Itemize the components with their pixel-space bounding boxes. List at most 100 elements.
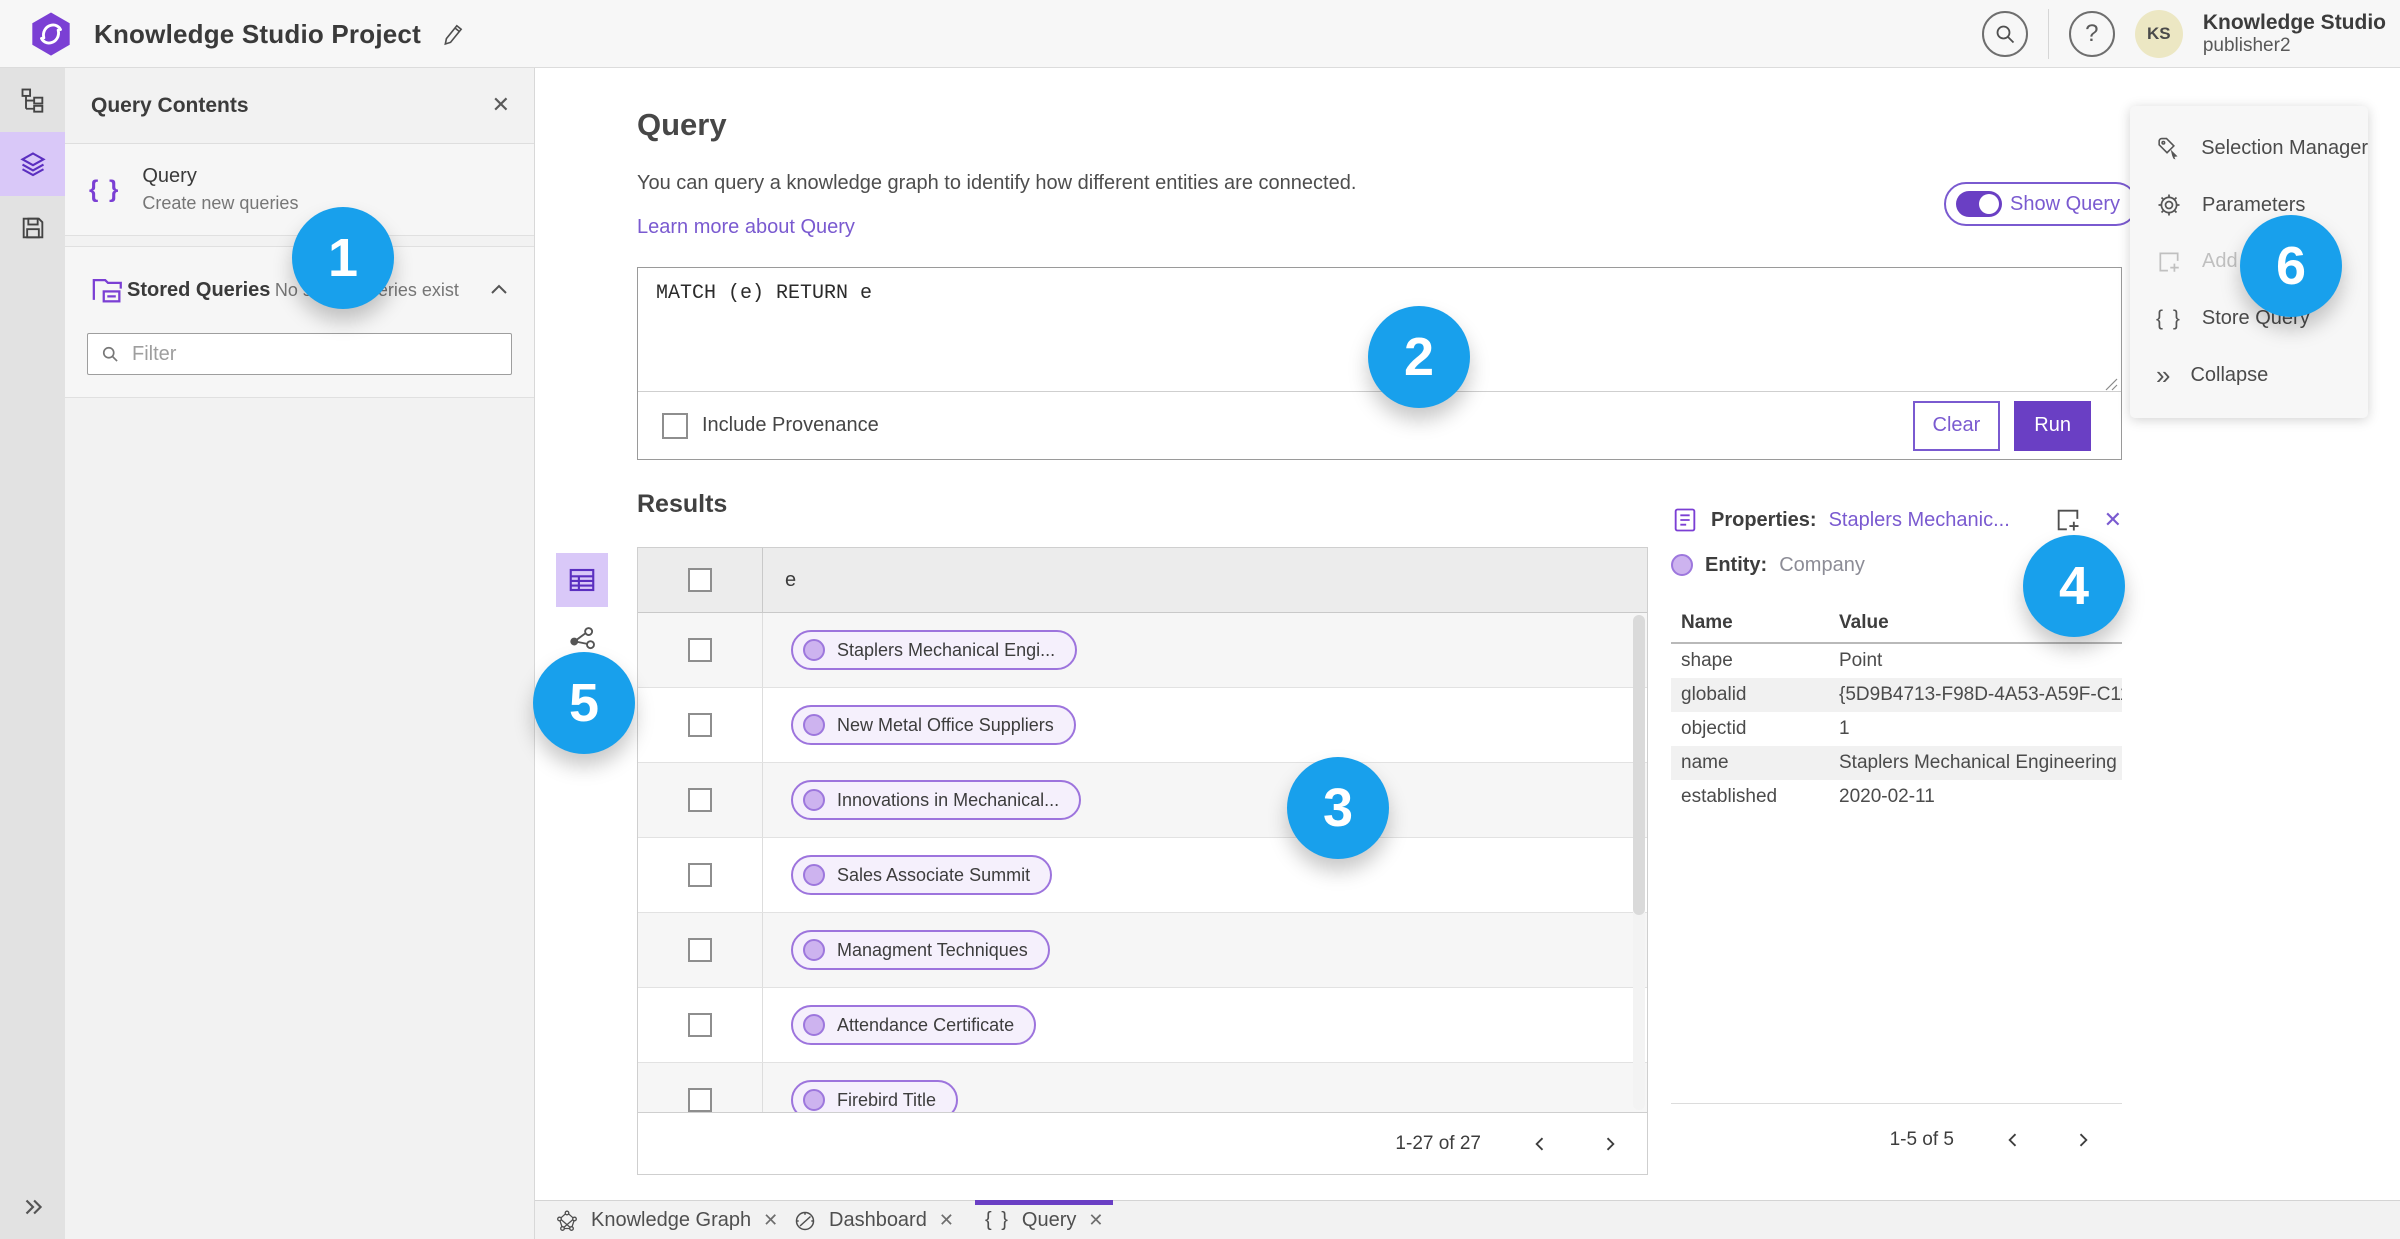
expand-rail-button[interactable] [0,1185,65,1229]
user-name: Knowledge Studio [2202,11,2386,34]
entity-chip[interactable]: Sales Associate Summit [791,855,1053,895]
entity-label: Entity: [1705,553,1768,576]
table-view-button[interactable] [556,553,608,607]
entity-dot-icon [803,1089,825,1111]
edit-title-icon[interactable] [441,21,467,47]
filter-input[interactable] [132,342,499,366]
filter-field [87,333,512,375]
table-row: Managment Techniques [638,913,1647,988]
query-item-sublabel: Create new queries [142,193,299,213]
resize-grip-icon[interactable] [2105,378,2118,391]
properties-next-button[interactable] [2068,1125,2098,1155]
knowledge-studio-app: Knowledge Studio Project ? KS Knowledge … [0,0,2400,1239]
add-to-map-button[interactable] [2054,506,2082,534]
entity-dot-icon [803,714,825,736]
close-properties-icon[interactable]: ✕ [2104,507,2122,533]
include-provenance-checkbox[interactable] [662,412,688,439]
close-tab-icon[interactable]: ✕ [1088,1210,1103,1231]
next-page-button[interactable] [1595,1129,1625,1159]
bottom-tab-bar: Knowledge Graph ✕ Dashboard ✕ { } Query … [535,1200,2400,1239]
tab-label: Query [1021,1209,1077,1231]
property-value: 2020-02-11 [1839,786,1935,807]
annotation-badge-3: 3 [1287,757,1389,859]
entity-chip[interactable]: Attendance Certificate [791,1005,1037,1045]
property-name: name [1681,752,1729,773]
chevron-left-icon [1535,1137,1544,1150]
sidebar-item-query[interactable]: { } Query Create new queries [65,144,534,236]
select-all-checkbox[interactable] [688,568,712,592]
close-panel-icon[interactable]: ✕ [492,92,510,118]
collapse-icon: » [2156,360,2171,391]
rail-item-datamodel[interactable] [0,68,65,132]
avatar[interactable]: KS [2134,10,2183,58]
learn-more-link[interactable]: Learn more about Query [637,216,855,239]
entity-dot-icon [803,639,825,661]
close-tab-icon[interactable]: ✕ [763,1210,778,1231]
entity-chip[interactable]: Innovations in Mechanical... [791,780,1082,820]
rail-item-save[interactable] [0,196,65,260]
entity-dot-icon [803,789,825,811]
selection-manager-item[interactable]: Selection Manager [2130,122,2368,174]
annotation-badge-1: 1 [292,207,394,309]
brand: Knowledge Studio Project [28,0,467,68]
double-chevron-right-icon [25,1199,42,1215]
entity-chip-label: Attendance Certificate [837,1014,1015,1035]
property-value: 1 [1839,718,1850,739]
results-table-body: Staplers Mechanical Engi... New Metal Of… [638,613,1647,1112]
row-checkbox[interactable] [688,788,712,812]
collapse-item[interactable]: » Collapse [2130,350,2368,402]
properties-table: Name Value shape Point globalid {5D9B471… [1671,604,2122,814]
close-tab-icon[interactable]: ✕ [939,1210,954,1231]
rail-item-contents[interactable] [0,132,65,196]
row-checkbox[interactable] [688,863,712,887]
collapse-label: Collapse [2190,364,2269,387]
row-checkbox[interactable] [688,1013,712,1037]
link-chart-icon [570,627,595,650]
entity-dot-icon [803,1014,825,1036]
properties-previous-button[interactable] [1998,1125,2028,1155]
entity-chip[interactable]: Staplers Mechanical Engi... [791,630,1078,670]
layers-icon [19,152,46,177]
table-row: Sales Associate Summit [638,838,1647,913]
entity-chip[interactable]: Managment Techniques [791,930,1050,970]
properties-entity-link[interactable]: Staplers Mechanic... [1829,509,2010,532]
query-contents-title: Query Contents [91,93,249,117]
results-pagination: 1-27 of 27 [638,1112,1647,1174]
help-button[interactable]: ? [2068,11,2115,57]
parameters-item[interactable]: Parameters [2130,179,2368,231]
previous-page-button[interactable] [1525,1129,1555,1159]
add-to-map-icon [2057,509,2079,531]
collapse-section-icon[interactable] [490,283,508,295]
tab-knowledge-graph[interactable]: Knowledge Graph ✕ [555,1201,778,1239]
row-checkbox[interactable] [688,938,712,962]
header-actions: ? KS Knowledge Studio publisher2 [1981,0,2386,68]
entity-chip[interactable]: Firebird Title [791,1080,959,1112]
entity-type: Company [1779,553,1865,576]
editor-footer: Include Provenance Clear Run [638,391,2121,459]
data-model-icon [21,88,43,113]
search-button[interactable] [1981,11,2028,57]
tab-dashboard[interactable]: Dashboard ✕ [793,1201,954,1239]
tab-query[interactable]: { } Query ✕ [974,1200,1115,1239]
toggle-switch-icon [1956,191,2002,217]
annotation-badge-5: 5 [533,652,635,754]
property-name: globalid [1681,684,1747,705]
user-role: publisher2 [2202,35,2291,57]
row-checkbox[interactable] [688,638,712,662]
top-header: Knowledge Studio Project ? KS Knowledge … [0,0,2400,68]
table-row: Firebird Title [638,1063,1647,1112]
row-checkbox[interactable] [688,713,712,737]
user-block[interactable]: Knowledge Studio publisher2 [2203,11,2386,57]
store-query-braces-icon: { } [2156,306,2182,330]
show-query-toggle[interactable]: Show Query [1944,182,2139,226]
entity-chip[interactable]: New Metal Office Suppliers [791,705,1076,745]
store-query-item[interactable]: { } Store Query [2130,293,2368,345]
app-logo-icon [28,11,74,57]
table-row: Attendance Certificate [638,988,1647,1063]
results-pagination-text: 1-27 of 27 [1395,1132,1481,1154]
left-rail [0,68,65,1239]
results-scrollbar[interactable] [1633,615,1645,1110]
run-button[interactable]: Run [2014,400,2091,451]
clear-button[interactable]: Clear [1912,400,2001,451]
row-checkbox[interactable] [688,1088,712,1112]
